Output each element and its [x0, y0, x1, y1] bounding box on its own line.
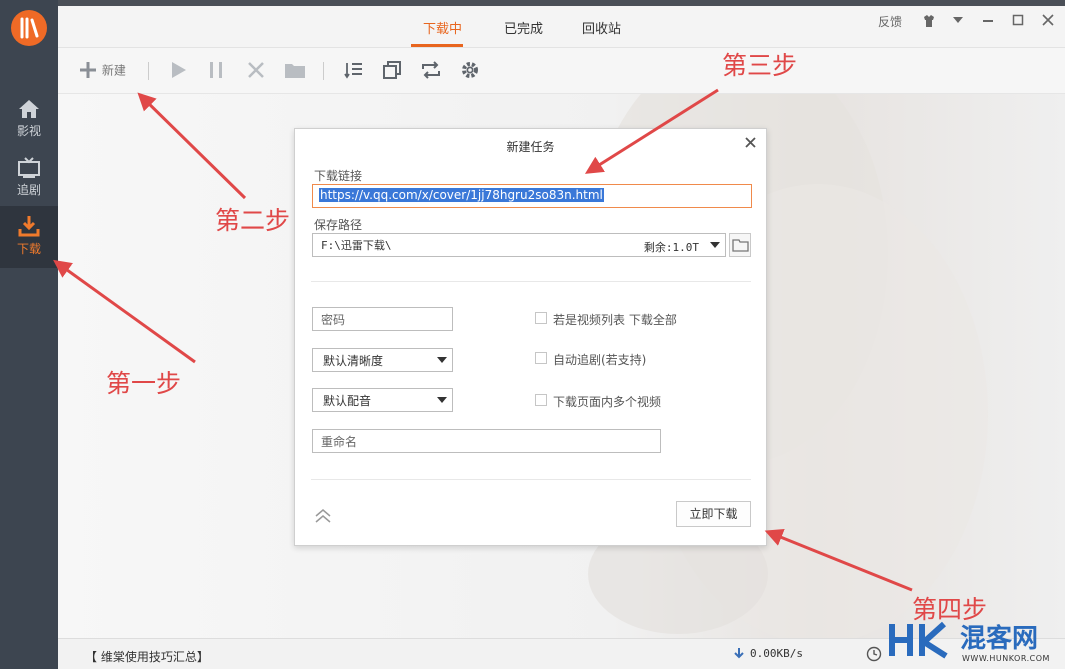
annotation-arrows	[53, 88, 913, 592]
arrow-step4	[764, 529, 913, 592]
annotation-step1: 第一步	[106, 369, 182, 398]
watermark: 混客网 WWW.HUNKOR.COM	[884, 618, 1064, 668]
watermark-url: WWW.HUNKOR.COM	[962, 654, 1050, 663]
watermark-brand: 混客网	[960, 624, 1039, 654]
arrow-step2	[137, 92, 247, 200]
annotation-step3: 第三步	[722, 51, 798, 80]
hk-logo	[889, 621, 948, 659]
annotation-step2: 第二步	[215, 206, 291, 235]
arrow-step1	[53, 259, 196, 364]
arrow-step3	[584, 88, 719, 174]
